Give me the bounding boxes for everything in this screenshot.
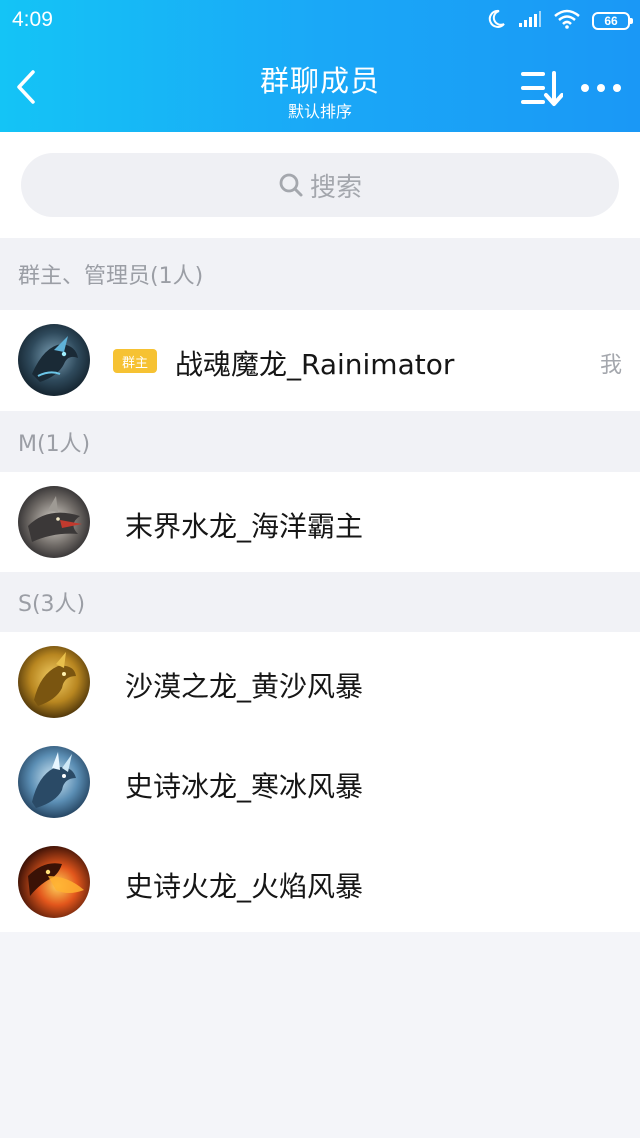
section-header-m: M(1人) [0,411,640,472]
member-row[interactable]: 史诗冰龙_寒冰风暴 [0,732,640,832]
battery-icon: 66 [592,12,633,30]
more-dot [581,84,589,92]
search-area: 搜索 [0,132,640,238]
section-s: 沙漠之龙_黄沙风暴 史诗冰龙_寒冰风暴 史诗火龙_火焰风暴 [0,632,640,932]
avatar[interactable] [18,486,90,558]
member-name: 末界水龙_海洋霸主 [125,510,364,543]
search-placeholder: 搜索 [309,172,362,203]
self-tag: 我 [599,353,622,378]
avatar[interactable] [18,846,90,918]
section-header-label: 群主、管理员(1人) [18,264,204,289]
section-admins: 群主 战魂魔龙_Rainimator 我 [0,310,640,411]
more-button[interactable] [581,80,621,96]
status-bar: 4:09 66 [0,0,640,44]
member-row[interactable]: 史诗火龙_火焰风暴 [0,832,640,932]
search-icon [279,173,303,197]
member-row[interactable]: 群主 战魂魔龙_Rainimator 我 [0,310,640,410]
member-row[interactable]: 沙漠之龙_黄沙风暴 [0,632,640,732]
status-time: 4:09 [12,8,53,31]
section-header-s: S(3人) [0,572,640,632]
sort-button[interactable] [519,69,564,107]
member-row[interactable]: 末界水龙_海洋霸主 [0,472,640,572]
member-name: 史诗冰龙_寒冰风暴 [125,770,364,803]
section-header-admins: 群主、管理员(1人) [0,238,640,310]
app-header: 4:09 66 群聊成员 默认排序 [0,0,640,132]
status-icons: 66 [488,9,633,33]
more-dot [613,84,621,92]
owner-badge: 群主 [113,349,157,373]
member-name: 沙漠之龙_黄沙风暴 [125,670,364,703]
section-header-label: M(1人) [18,431,91,457]
search-input[interactable]: 搜索 [21,153,619,217]
sort-icon [521,71,564,106]
member-name: 战魂魔龙_Rainimator [175,348,455,381]
more-dot [597,84,605,92]
section-m: 末界水龙_海洋霸主 [0,472,640,572]
avatar[interactable] [18,324,90,396]
moon-icon [488,9,506,33]
empty-area [0,932,640,1138]
avatar[interactable] [18,646,90,718]
avatar[interactable] [18,746,90,818]
section-header-label: S(3人) [18,592,86,617]
member-name: 史诗火龙_火焰风暴 [125,870,364,903]
wifi-icon [554,9,580,33]
signal-icon [518,10,542,32]
